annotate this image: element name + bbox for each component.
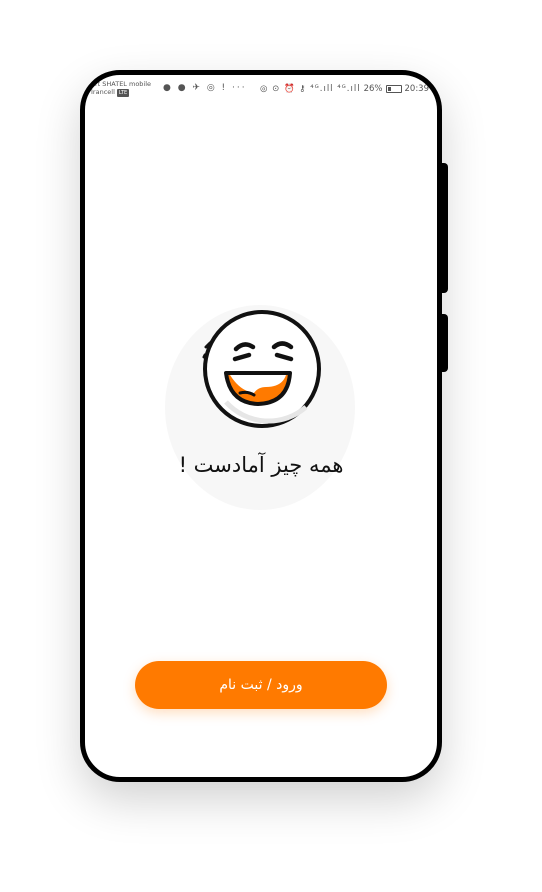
login-register-button[interactable]: ورود / ثبت نام — [135, 661, 387, 709]
phone-frame: art SHATEL mobile Irancell LTE ● ● ✈ ◎ ! … — [80, 70, 442, 782]
laughing-face-icon — [202, 310, 321, 428]
welcome-headline: همه چیز آمادست ! — [178, 453, 344, 477]
welcome-screen: همه چیز آمادست ! ورود / ثبت نام — [85, 75, 437, 777]
